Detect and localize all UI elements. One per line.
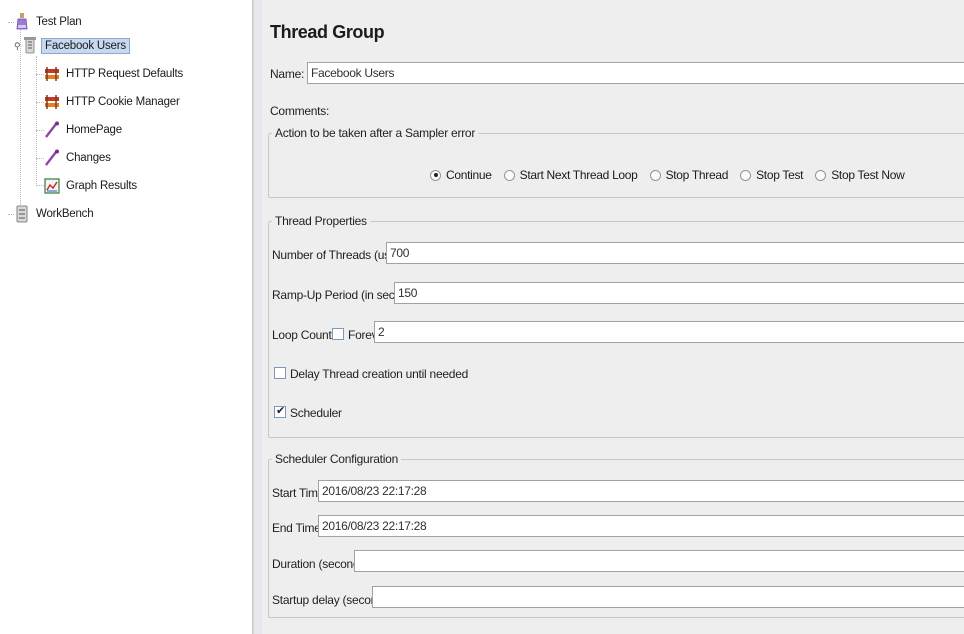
radio-label: Stop Thread <box>665 168 729 182</box>
expand-handle-icon[interactable]: ⚲ <box>14 41 22 52</box>
radio-stop-test[interactable]: Stop Test <box>740 168 804 182</box>
workbench-icon <box>14 205 30 223</box>
forever-checkbox[interactable] <box>332 328 344 340</box>
threads-field[interactable]: 700 <box>386 242 964 264</box>
thread-group-panel: Thread Group Name: Facebook Users Commen… <box>262 0 964 634</box>
test-plan-icon <box>14 13 30 31</box>
name-field[interactable]: Facebook Users <box>307 62 964 84</box>
rampup-field[interactable]: 150 <box>394 282 964 304</box>
tree-item-changes[interactable]: Changes <box>44 148 114 168</box>
sampler-error-options: Continue Start Next Thread Loop Stop Thr… <box>430 168 916 182</box>
duration-field[interactable] <box>354 550 964 572</box>
radio-selected-icon <box>430 169 441 181</box>
radio-unselected-icon <box>503 169 515 181</box>
loop-count-field[interactable]: 2 <box>374 321 964 343</box>
radio-label: Continue <box>446 168 492 182</box>
radio-stop-thread[interactable]: Stop Thread <box>649 168 729 182</box>
page-title: Thread Group <box>270 22 385 42</box>
config-element-icon <box>44 65 60 83</box>
startup-delay-field[interactable] <box>372 586 964 608</box>
tree-item-label: WorkBench <box>36 208 94 220</box>
loop-count-label: Loop Count: <box>272 328 335 342</box>
scheduler-config-legend: Scheduler Configuration <box>275 452 398 466</box>
radio-unselected-icon <box>649 169 661 181</box>
test-plan-tree: Test Plan ⚲ Facebook Users HTTP Request … <box>0 0 253 634</box>
end-time-field[interactable]: 2016/08/23 22:17:28 <box>318 515 964 537</box>
config-element-icon <box>44 93 60 111</box>
tree-item-workbench[interactable]: WorkBench <box>14 204 96 224</box>
scheduler-checkbox[interactable] <box>274 404 286 418</box>
tree-item-label: HTTP Cookie Manager <box>66 96 180 108</box>
comments-label: Comments: <box>270 104 330 118</box>
scheduler-label: Scheduler <box>290 406 342 420</box>
tree-item-facebook-users[interactable]: ⚲ Facebook Users <box>14 36 130 56</box>
graph-results-icon <box>44 177 60 195</box>
radio-label: Stop Test <box>756 168 804 182</box>
tree-item-graph-results[interactable]: Graph Results <box>44 176 140 196</box>
sampler-error-group: Action to be taken after a Sampler error <box>268 126 964 198</box>
end-time-label: End Time <box>272 521 321 535</box>
tree-item-homepage[interactable]: HomePage <box>44 120 125 140</box>
sampler-pipette-icon <box>44 149 60 167</box>
radio-start-next-thread-loop[interactable]: Start Next Thread Loop <box>503 168 638 182</box>
start-time-field[interactable]: 2016/08/23 22:17:28 <box>318 480 964 502</box>
delay-thread-checkbox[interactable] <box>274 367 286 379</box>
radio-label: Stop Test Now <box>831 168 905 182</box>
tree-item-label: HomePage <box>66 124 122 136</box>
radio-continue[interactable]: Continue <box>430 168 492 182</box>
sampler-pipette-icon <box>44 121 60 139</box>
tree-item-http-request-defaults[interactable]: HTTP Request Defaults <box>44 64 186 84</box>
tree-item-label: HTTP Request Defaults <box>66 68 184 80</box>
radio-label: Start Next Thread Loop <box>519 168 638 182</box>
sampler-error-legend: Action to be taken after a Sampler error <box>275 126 476 140</box>
name-label: Name: <box>270 67 305 81</box>
thread-group-icon <box>22 37 38 55</box>
tree-item-test-plan[interactable]: Test Plan <box>14 12 85 32</box>
radio-unselected-icon <box>740 169 752 181</box>
tree-item-label: Changes <box>66 152 111 164</box>
radio-unselected-icon <box>815 169 827 181</box>
tree-item-http-cookie-manager[interactable]: HTTP Cookie Manager <box>44 92 183 112</box>
delay-thread-label: Delay Thread creation until needed <box>290 367 469 381</box>
tree-item-label: Facebook Users <box>41 38 130 54</box>
tree-item-label: Test Plan <box>36 16 82 28</box>
start-time-label: Start Time <box>272 486 325 500</box>
radio-stop-test-now[interactable]: Stop Test Now <box>815 168 905 182</box>
thread-properties-legend: Thread Properties <box>275 214 367 228</box>
tree-item-label: Graph Results <box>66 180 137 192</box>
